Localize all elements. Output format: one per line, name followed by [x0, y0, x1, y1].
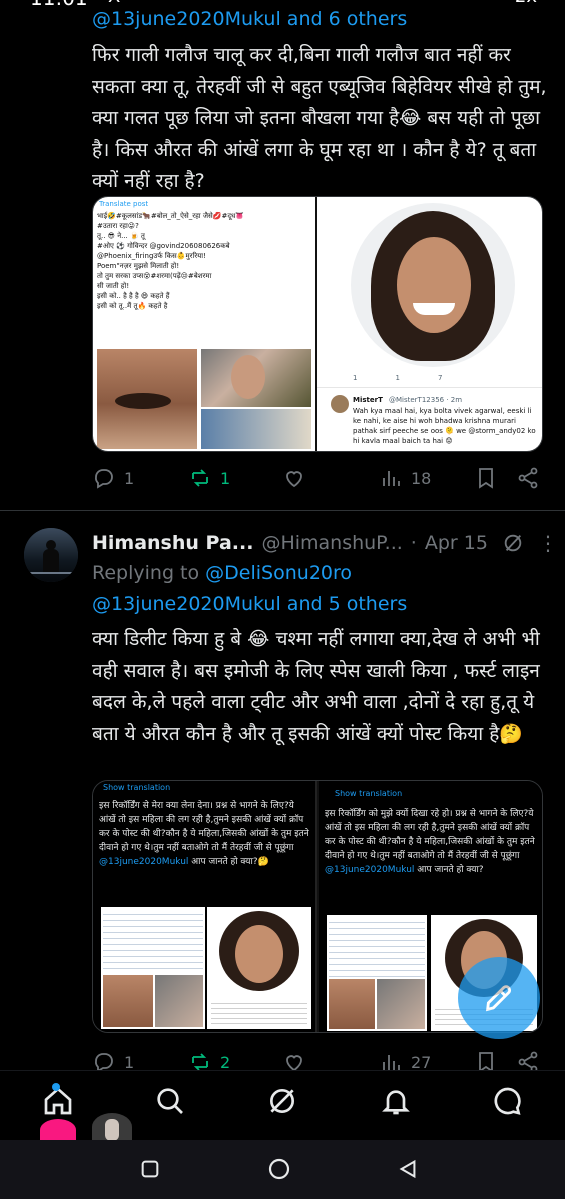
bookmark-button[interactable]	[474, 466, 498, 490]
mini-line: @Phoenix_firingउर्फ किस👶मुररिया!	[97, 252, 206, 260]
author-name[interactable]: Himanshu Pa...	[92, 532, 253, 554]
repost-count: 1	[220, 468, 231, 488]
compose-feather-icon	[486, 985, 511, 1012]
search-icon	[157, 1088, 183, 1114]
system-nav	[0, 1140, 565, 1199]
account-avatar[interactable]	[92, 1113, 132, 1141]
reply-count: 1	[124, 1052, 135, 1072]
recents-icon	[141, 1160, 159, 1178]
right-translation-text: इस रिकॉर्डिंग को मुझे क्यों दिखा रहे हो।…	[325, 809, 535, 861]
reply-count: 1	[124, 468, 135, 488]
nav-messages[interactable]	[488, 1081, 528, 1121]
nav-search[interactable]	[150, 1081, 190, 1121]
post1-actions: 1 1 18	[92, 466, 542, 496]
left-translation-text: इस रिकॉर्डिंग से मेरा क्या लेना देना। प्…	[99, 801, 309, 853]
heart-badge-icon	[40, 1119, 76, 1141]
mini-reply-count: 1	[353, 374, 358, 382]
show-translation-link[interactable]: Show translation	[335, 789, 402, 799]
mini-line: तू.. 😎 ने... 🍺 तू	[97, 232, 145, 240]
post1-media[interactable]: Translate post भाई🤣#कूलसांड🐂#बोल_तो_ऐसे_…	[92, 196, 543, 452]
right-mention: @13june2020Mukul	[325, 865, 415, 875]
post2-mentions[interactable]: @13june2020Mukul and 5 others	[92, 593, 407, 615]
dot-separator: ·	[410, 532, 417, 554]
mini-views-count: 7	[437, 374, 443, 382]
mistert-avatar	[331, 395, 349, 413]
post1-media-right[interactable]: 1 1 7 MisterT @MisterT12356 · 2m Wah kya…	[317, 197, 542, 451]
right-nested-tweet	[327, 915, 427, 1031]
status-right: 2x	[515, 0, 537, 7]
left-mention: @13june2020Mukul	[99, 857, 189, 867]
heart-icon	[286, 471, 302, 488]
post2-media-left[interactable]: Show translation इस रिकॉर्डिंग से मेरा क…	[93, 781, 317, 1032]
right-tail: आप जानते हो क्या?	[417, 865, 484, 875]
left-tail: आप जानते हो क्या?🤔	[191, 857, 269, 867]
mini-line: इसी को तू..मैं तू🔥 कहते है	[97, 302, 168, 310]
repost-icon	[192, 469, 208, 487]
back-triangle-icon	[399, 1159, 416, 1179]
status-bar: 11:01 X 2x	[0, 0, 565, 8]
translate-post-link[interactable]: Translate post	[99, 199, 148, 209]
mini-line: सी जाती हो!	[97, 282, 130, 290]
woman-photo	[201, 349, 311, 407]
post1-text: फिर गाली गलौज चालू कर दी,बिना गाली गलौज …	[92, 44, 547, 192]
share-icon	[518, 467, 538, 489]
repost-button[interactable]: 1	[188, 466, 230, 490]
left-nested-profile	[207, 907, 311, 1029]
mini-line: भाई🤣#कूलसांड🐂#बोल_तो_ऐसे_रहा जैसे💋#दूध👅	[97, 212, 245, 220]
mistert-handle: @MisterT12356 · 2m	[389, 396, 463, 404]
replying-to: Replying to @DeliSonu20ro	[92, 562, 352, 584]
mini-repost-count: 1	[395, 374, 400, 382]
post1-mentions[interactable]: @13june2020Mukul and 6 others	[92, 8, 407, 30]
reply-button[interactable]: 1	[92, 466, 134, 490]
views-count: 18	[411, 468, 432, 488]
more-options-icon[interactable]: ⋮	[538, 531, 559, 555]
home-circle-icon	[268, 1158, 290, 1180]
views-button[interactable]: 18	[379, 466, 431, 490]
post2-header: Himanshu Pa... @HimanshuP... · Apr 15 ⋮	[92, 529, 558, 557]
bookmark-icon	[479, 468, 493, 489]
home-system-button[interactable]	[265, 1155, 293, 1183]
post1-media-left[interactable]: Translate post भाई🤣#कूलसांड🐂#बोल_तो_ऐसे_…	[93, 197, 315, 451]
notifications-icon	[382, 1090, 410, 1115]
grok-icon[interactable]	[502, 532, 524, 554]
x-app-icon: X	[108, 0, 120, 7]
compose-button[interactable]	[458, 957, 540, 1039]
messages-icon	[494, 1087, 521, 1115]
grok-icon	[270, 1089, 294, 1113]
reply-icon	[95, 469, 113, 489]
post-divider	[0, 510, 565, 511]
nav-home[interactable]	[38, 1081, 78, 1121]
replying-to-label: Replying to	[92, 562, 200, 584]
mistert-name: MisterT	[353, 396, 383, 404]
views-count: 27	[411, 1052, 432, 1072]
mini-line: #उतारा रहा😜?	[97, 222, 139, 230]
like-button[interactable]	[282, 466, 314, 490]
mini-line: #ओए ⚽ गोविन्दर @govind206080626कबे	[97, 242, 230, 250]
post2-text: क्या डिलीट किया हु बे 😂 चश्मा नहीं लगाया…	[92, 628, 540, 745]
left-nested-tweet	[101, 907, 205, 1029]
status-time: 11:01	[30, 0, 88, 8]
home-unread-dot	[52, 1083, 60, 1091]
profile-photo	[351, 203, 515, 367]
eyes-photo	[97, 349, 197, 449]
back-button[interactable]	[394, 1155, 422, 1183]
recents-button[interactable]	[136, 1155, 164, 1183]
author-handle[interactable]: @HimanshuP...	[261, 532, 402, 554]
mini-line: तो तुम सरका उप्स😵#शरमा(पढ़ें😒#बेशरमा	[97, 272, 212, 280]
mini-line: इसी को.. है है है 😄 कहते हैं	[97, 292, 170, 300]
collage-photo	[201, 409, 311, 449]
post2-avatar[interactable]	[24, 528, 78, 582]
views-icon	[383, 471, 400, 486]
replying-to-user[interactable]: @DeliSonu20ro	[205, 562, 352, 584]
mistert-text: Wah kya maal hai, kya bolta vivek agarwa…	[353, 407, 536, 445]
bottom-nav	[0, 1070, 565, 1141]
nav-notifications[interactable]	[376, 1081, 416, 1121]
share-button[interactable]	[516, 466, 540, 490]
nav-grok[interactable]	[262, 1081, 302, 1121]
post-date[interactable]: Apr 15	[425, 532, 488, 554]
mini-line: Poem"नज़र मुझसे मिलाती हो!	[97, 262, 180, 270]
show-translation-link[interactable]: Show translation	[103, 783, 170, 793]
repost-count: 2	[220, 1052, 231, 1072]
